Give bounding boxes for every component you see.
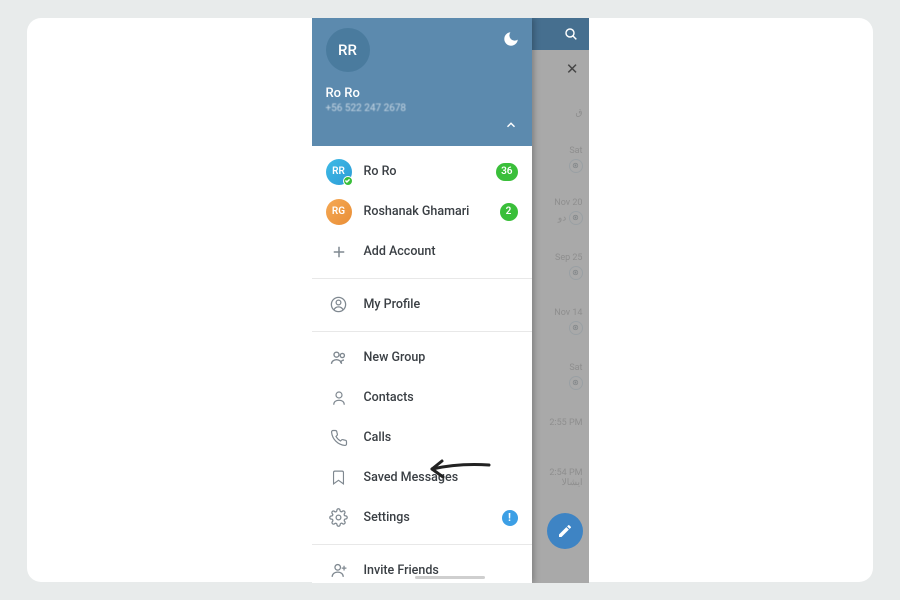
chat-topbar: [532, 18, 589, 50]
profile-avatar[interactable]: RR: [326, 28, 370, 72]
plus-icon: [326, 243, 352, 261]
add-account-button[interactable]: Add Account: [312, 232, 532, 272]
chat-row-time: Sep 25⊛: [555, 253, 583, 280]
pin-icon: ⊛: [569, 211, 583, 225]
compose-fab[interactable]: [547, 513, 583, 549]
phone-frame: ✕ ق Sat⊛ Nov 20دو ⊛ Sep 25⊛ Nov 14⊛ Sat⊛…: [312, 18, 589, 583]
navigation-drawer: RR Ro Ro +56 522 247 2678 RR: [312, 18, 532, 583]
calls-button[interactable]: Calls: [312, 418, 532, 458]
chat-row-time: Sat⊛: [569, 146, 583, 173]
menu-label: Calls: [364, 430, 392, 445]
menu-label: My Profile: [364, 297, 421, 312]
saved-messages-button[interactable]: Saved Messages: [312, 458, 532, 498]
menu-label: Contacts: [364, 390, 414, 405]
screenshot-card: ✕ ق Sat⊛ Nov 20دو ⊛ Sep 25⊛ Nov 14⊛ Sat⊛…: [27, 18, 873, 582]
group-icon: [326, 348, 352, 368]
chat-row-time: Nov 14⊛: [554, 308, 582, 335]
account-item[interactable]: RG Roshanak Ghamari 2: [312, 192, 532, 232]
chat-row-time: ق: [576, 108, 583, 118]
account-name: Roshanak Ghamari: [364, 204, 470, 219]
account-avatar: RR: [326, 159, 352, 185]
my-profile-button[interactable]: My Profile: [312, 285, 532, 325]
menu-label: Add Account: [364, 244, 436, 259]
profile-name: Ro Ro: [326, 86, 518, 101]
chat-row-time: 2:54 PMایشالا: [549, 468, 582, 488]
pin-icon: ⊛: [569, 159, 583, 173]
account-name: Ro Ro: [364, 164, 397, 179]
account-item[interactable]: RR Ro Ro 36: [312, 152, 532, 192]
alert-badge: !: [502, 510, 518, 526]
pencil-icon: [557, 523, 573, 539]
chevron-up-icon[interactable]: [504, 118, 518, 132]
home-indicator: [415, 576, 485, 579]
pin-icon: ⊛: [569, 266, 583, 280]
settings-button[interactable]: Settings !: [312, 498, 532, 538]
menu-label: Settings: [364, 510, 410, 525]
profile-phone: +56 522 247 2678: [326, 103, 518, 114]
annotation-arrow: [424, 455, 494, 483]
online-check-icon: [343, 176, 353, 186]
night-mode-icon[interactable]: [502, 30, 520, 48]
gear-icon: [326, 508, 352, 527]
chat-row-time: Sat⊛: [569, 363, 583, 390]
accounts-section: RR Ro Ro 36 RG Roshanak Ghamari 2: [312, 146, 532, 279]
contact-icon: [326, 389, 352, 407]
pin-icon: ⊛: [569, 321, 583, 335]
phone-icon: [326, 429, 352, 447]
bookmark-icon: [326, 469, 352, 486]
chat-list-background: ✕ ق Sat⊛ Nov 20دو ⊛ Sep 25⊛ Nov 14⊛ Sat⊛…: [532, 18, 589, 583]
drawer-header[interactable]: RR Ro Ro +56 522 247 2678: [312, 18, 532, 146]
contacts-button[interactable]: Contacts: [312, 378, 532, 418]
search-icon[interactable]: [563, 26, 579, 42]
menu-label: New Group: [364, 350, 426, 365]
main-menu-section: New Group Contacts Calls: [312, 332, 532, 545]
chat-row-time: Nov 20دو ⊛: [554, 198, 582, 225]
invite-icon: [326, 561, 352, 580]
profile-icon: [326, 295, 352, 314]
chat-row-time: 2:55 PM: [549, 418, 582, 428]
unread-badge: 2: [500, 203, 518, 221]
profile-section: My Profile: [312, 279, 532, 332]
new-group-button[interactable]: New Group: [312, 338, 532, 378]
pin-icon: ⊛: [569, 376, 583, 390]
unread-badge: 36: [496, 163, 517, 181]
account-avatar: RG: [326, 199, 352, 225]
